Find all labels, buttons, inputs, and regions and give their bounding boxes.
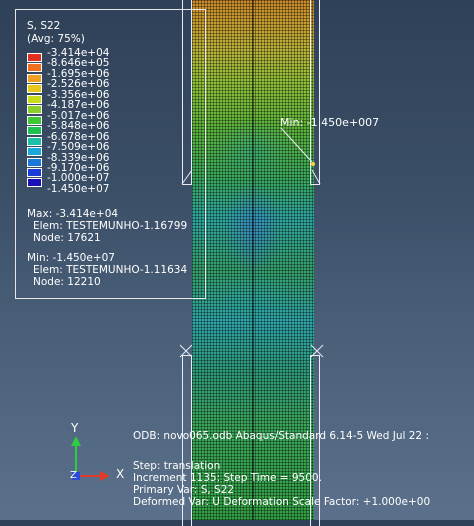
legend-averaging: (Avg: 75%) [27, 33, 85, 45]
z-axis-label: Z [70, 470, 77, 481]
legend-swatch [27, 53, 42, 62]
legend-swatch [27, 136, 42, 146]
legend-swatch [27, 167, 42, 177]
legend-swatch [27, 115, 42, 125]
legend-swatch [27, 178, 42, 188]
min-marker-leader [280, 127, 313, 163]
legend-value: -1.450e+07 [47, 182, 110, 195]
legend-swatch [27, 84, 42, 94]
legend-swatch [27, 126, 42, 136]
viewport[interactable]: Min: -1.450e+007 S, S22 (Avg: 75%) -3.41… [0, 0, 474, 526]
info-odb: ODB: novo065.odb Abaqus/Standard 6.14-5 … [133, 430, 429, 442]
legend-max-label: Max: -3.414e+04 [27, 208, 119, 220]
x-axis-label: X [116, 467, 125, 481]
legend-max-elem: Elem: TESTEMUNHO-1.16799 [33, 220, 188, 232]
legend-swatch [27, 63, 42, 73]
axis-triad [71, 436, 110, 481]
legend-swatch [27, 73, 42, 83]
legend-min-elem: Elem: TESTEMUNHO-1.11634 [33, 264, 188, 276]
legend-swatch [27, 105, 42, 115]
legend-swatch [27, 157, 42, 167]
y-axis-label: Y [71, 421, 79, 435]
legend-min-label: Min: -1.450e+07 [27, 252, 115, 264]
legend-swatch [27, 147, 42, 157]
legend-swatch [27, 94, 42, 104]
info-deformed-var: Deformed Var: U Deformation Scale Factor… [133, 496, 431, 508]
info-step: Step: translation [133, 460, 221, 472]
info-primary-var: Primary Var: S, S22 [133, 484, 235, 496]
min-marker-point [311, 162, 315, 166]
info-increment: Increment 1135: Step Time = 9500. [133, 472, 322, 484]
legend-max-node: Node: 17621 [33, 232, 101, 244]
legend-variable: S, S22 [27, 20, 61, 32]
legend-min-node: Node: 12210 [33, 276, 101, 288]
min-marker-label: Min: -1.450e+007 [280, 116, 380, 129]
